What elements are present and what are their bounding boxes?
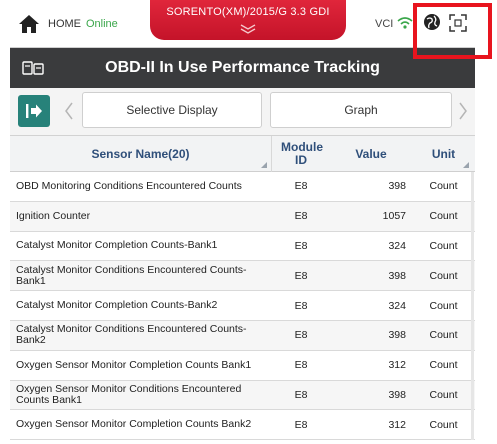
column-header-module-id[interactable]: Module ID <box>272 136 330 172</box>
sensor-name: Ignition Counter <box>16 209 91 222</box>
table-row[interactable]: Catalyst Monitor Conditions Encountered … <box>10 320 475 351</box>
table-row[interactable]: Catalyst Monitor Completion Counts-Bank2… <box>10 291 475 321</box>
sensor-value: 398 <box>388 388 406 401</box>
table-row[interactable]: Ignition Counter E8 1057 Count <box>10 201 475 232</box>
sensor-value: 324 <box>388 239 406 252</box>
sensor-name: Catalyst Monitor Completion Counts-Bank2 <box>16 299 218 312</box>
graph-button[interactable]: Graph <box>270 92 452 128</box>
column-header-sensor-name[interactable]: Sensor Name(20) <box>10 136 272 172</box>
sensor-unit: Count <box>429 210 458 223</box>
module-id: E8 <box>294 329 308 342</box>
scrollbar[interactable] <box>471 172 474 440</box>
sensor-name: Oxygen Sensor Monitor Completion Counts … <box>16 358 252 371</box>
sensor-unit: Count <box>429 418 458 431</box>
chevron-left-icon[interactable] <box>62 100 76 122</box>
column-header-value[interactable]: Value <box>330 136 412 172</box>
vci-label: VCI <box>375 18 394 30</box>
table-row[interactable]: Catalyst Monitor Completion Counts-Bank1… <box>10 231 475 262</box>
sensor-list: OBD Monitoring Conditions Encountered Co… <box>10 172 475 441</box>
sensor-unit: Count <box>429 269 458 282</box>
table-header: Sensor Name(20) Module ID Value Unit <box>10 136 475 172</box>
exit-button[interactable] <box>18 95 50 127</box>
sensor-unit: Count <box>429 180 458 193</box>
sensor-name: Catalyst Monitor Completion Counts-Bank1 <box>16 239 218 252</box>
vehicle-title: SORENTO(XM)/2015/G 3.3 GDI <box>166 6 330 18</box>
sensor-unit: Count <box>429 359 458 372</box>
module-id: E8 <box>294 418 308 431</box>
unit-header-label: Unit <box>431 146 456 161</box>
sensor-value: 312 <box>388 359 406 372</box>
sensor-name: Catalyst Monitor Conditions Encountered … <box>16 323 247 347</box>
connection-status: Online <box>86 18 118 30</box>
column-header-unit[interactable]: Unit <box>412 136 475 172</box>
sensor-value: 398 <box>388 269 406 282</box>
module-id: E8 <box>294 359 308 372</box>
sensor-value: 398 <box>388 329 406 342</box>
home-icon[interactable] <box>18 14 40 34</box>
home-label[interactable]: HOME <box>48 18 81 30</box>
table-row[interactable]: Catalyst Monitor Conditions Encountered … <box>10 261 475 292</box>
sensor-name: Oxygen Sensor Monitor Conditions Encount… <box>16 382 242 406</box>
sensor-name-header-label: Sensor Name(20) <box>91 146 190 161</box>
sensor-value: 1057 <box>382 210 406 223</box>
table-row[interactable]: Oxygen Sensor Monitor Completion Counts … <box>10 410 475 441</box>
sensor-unit: Count <box>429 329 458 342</box>
module-id: E8 <box>294 210 308 223</box>
sensor-value: 312 <box>388 418 406 431</box>
sensor-name: Oxygen Sensor Monitor Completion Counts … <box>16 418 252 431</box>
sort-icon <box>261 162 267 168</box>
table-row[interactable]: OBD Monitoring Conditions Encountered Co… <box>10 172 475 202</box>
table-row[interactable]: Oxygen Sensor Monitor Conditions Encount… <box>10 380 475 411</box>
selective-display-button[interactable]: Selective Display <box>82 92 262 128</box>
module-id: E8 <box>294 299 308 312</box>
table-row[interactable]: Oxygen Sensor Monitor Completion Counts … <box>10 350 475 381</box>
module-id: E8 <box>294 239 308 252</box>
sensor-unit: Count <box>429 239 458 252</box>
page-header: OBD-II In Use Performance Tracking <box>10 48 475 88</box>
sensor-name: Catalyst Monitor Conditions Encountered … <box>16 263 247 287</box>
sensor-value: 398 <box>388 180 406 193</box>
sort-icon <box>463 162 469 168</box>
module-id: E8 <box>294 180 308 193</box>
app-frame: HOME Online SORENTO(XM)/2015/G 3.3 GDI V… <box>10 0 475 444</box>
value-header-label: Value <box>355 146 387 161</box>
sensor-unit: Count <box>429 299 458 312</box>
sensor-name: OBD Monitoring Conditions Encountered Co… <box>16 179 242 192</box>
sensor-unit: Count <box>429 388 458 401</box>
chevron-right-icon[interactable] <box>456 100 470 122</box>
sensor-value: 324 <box>388 299 406 312</box>
wifi-icon <box>397 17 413 29</box>
module-id-header-label: Module ID <box>281 140 323 167</box>
module-id: E8 <box>294 269 308 282</box>
module-id: E8 <box>294 388 308 401</box>
chevron-down-icon <box>240 24 256 34</box>
highlight-annotation <box>413 3 492 59</box>
top-status-bar: HOME Online SORENTO(XM)/2015/G 3.3 GDI V… <box>10 0 475 48</box>
vehicle-selector[interactable]: SORENTO(XM)/2015/G 3.3 GDI <box>150 0 346 40</box>
toolbar: Selective Display Graph <box>10 88 475 136</box>
page-title: OBD-II In Use Performance Tracking <box>105 59 380 76</box>
exit-arrow-icon <box>26 104 42 118</box>
